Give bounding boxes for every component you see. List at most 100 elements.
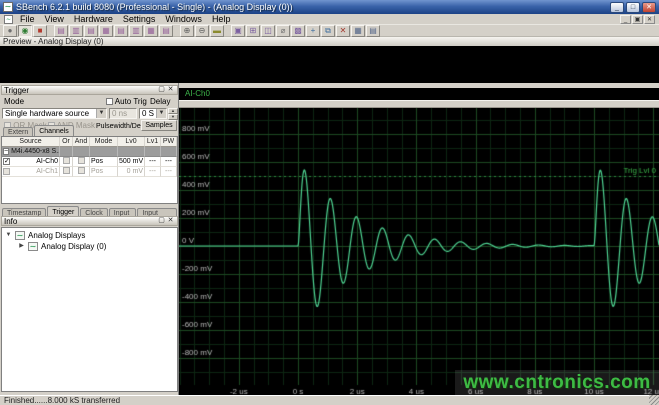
chevron-down-icon[interactable]: ▼ bbox=[96, 109, 106, 118]
card-info-icon[interactable]: ▤ bbox=[54, 25, 68, 37]
info-panel-title: Info bbox=[4, 217, 157, 225]
table-row-ai-ch0[interactable]: ✓AI-Ch0Pos500 mV------ bbox=[2, 157, 177, 167]
zoom-out-icon[interactable]: ⊖ bbox=[195, 25, 209, 37]
lv0-cell[interactable]: 500 mV bbox=[118, 157, 145, 167]
delay-spinner[interactable]: ▲ ▼ bbox=[168, 108, 178, 119]
card-cell bbox=[90, 147, 118, 157]
menu-bar: ∼ FileViewHardwareSettingsWindowsHelp _▣… bbox=[0, 14, 659, 25]
split-display-icon[interactable]: ⧉ bbox=[321, 25, 335, 37]
close-button[interactable]: ✕ bbox=[642, 2, 656, 13]
auto-trig-checkbox-box[interactable] bbox=[106, 98, 113, 105]
card-cell bbox=[73, 147, 90, 157]
or-checkbox[interactable] bbox=[63, 157, 70, 164]
menu-help[interactable]: Help bbox=[207, 14, 236, 25]
menu-view[interactable]: View bbox=[40, 14, 69, 25]
remove-from-display-icon[interactable]: ⌀ bbox=[276, 25, 290, 37]
pw-cell[interactable]: --- bbox=[161, 157, 177, 167]
table-row-card[interactable]: −M4i.4450-x8 S... bbox=[2, 147, 177, 157]
dock-icon[interactable]: ▢ bbox=[157, 217, 166, 225]
delay-select[interactable]: 0 S ▼ bbox=[139, 108, 167, 119]
card-source-cell: −M4i.4450-x8 S... bbox=[2, 147, 60, 157]
or-cell[interactable] bbox=[60, 167, 73, 177]
card-aba-icon[interactable]: ▥ bbox=[129, 25, 143, 37]
mode-cell[interactable]: Pos bbox=[90, 157, 118, 167]
card-clock-icon[interactable]: ▤ bbox=[159, 25, 173, 37]
tree-expander-icon[interactable]: ▶ bbox=[18, 241, 25, 252]
tab-extern[interactable]: Extern bbox=[3, 127, 33, 136]
and-cell[interactable] bbox=[73, 167, 90, 177]
cursor-icon[interactable]: + bbox=[306, 25, 320, 37]
channel-source-cell: ✓AI-Ch0 bbox=[2, 157, 60, 167]
lv1-cell[interactable]: --- bbox=[145, 167, 161, 177]
auto-trig-checkbox[interactable]: Auto Trig bbox=[106, 98, 147, 106]
display-settings-icon[interactable]: ▩ bbox=[291, 25, 305, 37]
menu-settings[interactable]: Settings bbox=[118, 14, 161, 25]
card-timestamp-icon[interactable]: ▦ bbox=[144, 25, 158, 37]
resize-grip[interactable] bbox=[649, 395, 659, 405]
table-row-ai-ch1[interactable]: AI-Ch1Pos0 mV------ bbox=[2, 167, 177, 177]
status-bar: Finished......8.000 kS transferred bbox=[0, 395, 659, 405]
stop-icon[interactable]: ■ bbox=[33, 25, 47, 37]
column-header-pw: PW bbox=[161, 137, 177, 147]
lv0-cell[interactable]: 0 mV bbox=[118, 167, 145, 177]
menu-hardware[interactable]: Hardware bbox=[69, 14, 118, 25]
card-fifo-icon[interactable]: ▤ bbox=[84, 25, 98, 37]
display-scroll-strip[interactable] bbox=[179, 100, 659, 108]
close-child-button[interactable]: ✕ bbox=[644, 15, 655, 24]
add-to-display-icon[interactable]: ◫ bbox=[261, 25, 275, 37]
collapse-icon[interactable]: − bbox=[3, 148, 9, 155]
oscilloscope-plot[interactable] bbox=[179, 108, 659, 395]
export-icon[interactable]: ▬ bbox=[210, 25, 224, 37]
minimize-button[interactable]: _ bbox=[610, 2, 624, 13]
auto-trig-timeout-field[interactable]: 0 ns bbox=[109, 108, 137, 119]
close-icon[interactable]: ✕ bbox=[166, 217, 175, 225]
new-digital-display-icon[interactable]: ⊞ bbox=[246, 25, 260, 37]
window-title: SBench 6.2.1 build 8080 (Professional - … bbox=[16, 2, 610, 12]
menu-file[interactable]: File bbox=[15, 14, 40, 25]
close-display-icon[interactable]: ✕ bbox=[336, 25, 350, 37]
channel-enable-checkbox[interactable] bbox=[3, 168, 10, 175]
info-panel-header: Info ▢ ✕ bbox=[1, 216, 178, 226]
restore-child-button[interactable]: ▣ bbox=[632, 15, 643, 24]
channel-name: AI-Ch1 bbox=[12, 167, 58, 176]
tree-item-analog-display-0[interactable]: ▶ ∼ Analog Display (0) bbox=[2, 241, 177, 252]
new-analog-display-icon[interactable]: ▣ bbox=[231, 25, 245, 37]
card-input-icon[interactable]: ▥ bbox=[69, 25, 83, 37]
or-cell[interactable] bbox=[60, 157, 73, 167]
dock-icon[interactable]: ▢ bbox=[157, 86, 166, 94]
preview-start-icon[interactable]: ◉ bbox=[18, 25, 32, 37]
or-checkbox[interactable] bbox=[63, 167, 70, 174]
waveform-icon: ∼ bbox=[15, 231, 25, 240]
and-checkbox[interactable] bbox=[78, 167, 85, 174]
mode-cell[interactable]: Pos bbox=[90, 167, 118, 177]
minimize-child-button[interactable]: _ bbox=[620, 15, 631, 24]
tab-channels[interactable]: Channels bbox=[34, 125, 74, 136]
pw-cell[interactable]: --- bbox=[161, 167, 177, 177]
card-gated-icon[interactable]: ▦ bbox=[99, 25, 113, 37]
and-checkbox[interactable] bbox=[78, 157, 85, 164]
chevron-down-icon[interactable]: ▼ bbox=[156, 109, 166, 118]
lv1-cell[interactable]: --- bbox=[145, 157, 161, 167]
record-icon[interactable]: ● bbox=[3, 25, 17, 37]
column-header-and: And bbox=[73, 137, 90, 147]
child-window-icon: ∼ bbox=[4, 15, 13, 24]
samples-button[interactable]: Samples bbox=[141, 120, 177, 131]
tree-item-analog-displays[interactable]: ▼ ∼ Analog Displays bbox=[2, 230, 177, 241]
tree-expander-icon[interactable]: ▼ bbox=[5, 230, 12, 241]
signal-table-icon[interactable]: ▦ bbox=[351, 25, 365, 37]
trigger-mode-select[interactable]: Single hardware source ▼ bbox=[2, 108, 107, 119]
sbench-application-window: ∼ SBench 6.2.1 build 8080 (Professional … bbox=[0, 0, 659, 405]
channel-tab-ai-ch0[interactable]: AI-Ch0 bbox=[185, 89, 210, 98]
card-multi-icon[interactable]: ▤ bbox=[114, 25, 128, 37]
info-tree: ▼ ∼ Analog Displays ▶ ∼ Analog Display (… bbox=[1, 227, 178, 392]
preview-display-area[interactable] bbox=[0, 46, 659, 83]
layout-grid-icon[interactable]: ▤ bbox=[366, 25, 380, 37]
close-icon[interactable]: ✕ bbox=[166, 86, 175, 94]
and-cell[interactable] bbox=[73, 157, 90, 167]
maximize-button[interactable]: □ bbox=[626, 2, 640, 13]
channel-enable-checkbox[interactable]: ✓ bbox=[3, 158, 10, 165]
zoom-in-icon[interactable]: ⊕ bbox=[180, 25, 194, 37]
menu-windows[interactable]: Windows bbox=[160, 14, 207, 25]
trigger-channel-table: SourceOrAndModeLv0Lv1PW−M4i.4450-x8 S...… bbox=[1, 136, 178, 204]
column-header-mode: Mode bbox=[90, 137, 118, 147]
